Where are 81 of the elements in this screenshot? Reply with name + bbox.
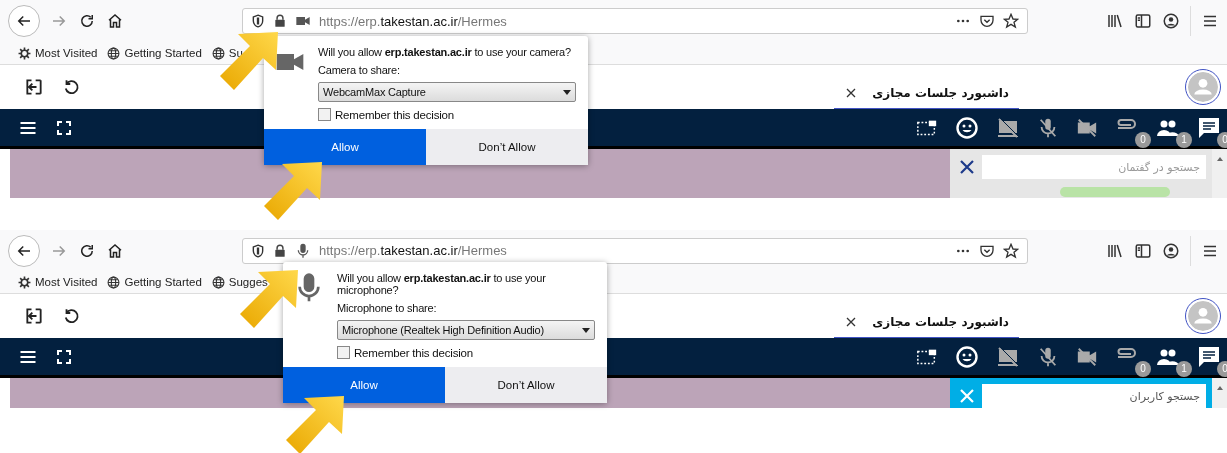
globe-icon [211,275,225,289]
share-label: Camera to share: [318,64,401,76]
bookmark-item[interactable]: Getting Started [107,275,202,289]
reload-icon[interactable] [78,12,96,30]
microphone-icon [295,242,311,259]
back-button[interactable] [8,234,40,267]
count-badge: 1 [1176,360,1192,377]
chat-icon[interactable] [1197,115,1221,140]
url-text: https://erp.takestan.ac.ir/Hermes [319,13,507,29]
scroll-up-icon[interactable] [1215,155,1224,163]
share-label: Microphone to share: [337,302,438,314]
close-icon[interactable] [846,88,857,98]
search-field[interactable]: جستجو در گفتمان [982,155,1206,179]
pointer-arrow [218,30,280,92]
deny-button[interactable]: Don’t Allow [445,367,607,403]
sidebar-icon[interactable] [1134,12,1152,30]
account-icon[interactable] [1162,12,1180,30]
sidebar-icon[interactable] [1134,241,1152,260]
scroll-up-icon[interactable] [1215,384,1224,392]
count-badge: 0 [1135,360,1151,377]
lock-icon [273,243,287,258]
back-button[interactable] [8,5,40,37]
bookmark-item[interactable]: Sugges [211,275,268,289]
device-dropdown[interactable]: Microphone (Realtek High Definition Audio) [337,320,595,340]
mic-off-icon[interactable] [1037,116,1059,139]
globe-icon [211,46,225,60]
count-badge: 0 [1135,131,1151,148]
smiley-icon[interactable] [955,115,979,140]
chat-icon[interactable] [1197,344,1221,369]
refresh-icon[interactable] [62,307,80,326]
allow-button[interactable]: Allow [264,129,426,165]
scrollbar[interactable] [1212,149,1227,198]
home-icon[interactable] [106,12,124,30]
dropdown-caret-icon [563,89,571,95]
smiley-icon[interactable] [955,344,979,369]
account-icon[interactable] [1162,241,1180,260]
close-icon[interactable] [846,317,857,328]
close-icon[interactable] [960,160,974,174]
star-icon[interactable] [1003,242,1019,259]
bookmark-item[interactable]: Most Visited [18,275,98,289]
bookmark-item[interactable]: Getting Started [107,46,202,60]
home-icon[interactable] [106,241,124,260]
pointer-arrow [262,160,324,222]
bookmark-item[interactable]: Most Visited [18,46,98,60]
refresh-icon[interactable] [62,78,80,96]
deny-button[interactable]: Don’t Allow [426,129,588,165]
fullscreen-icon[interactable] [56,119,72,136]
remember-checkbox[interactable]: Remember this decision [318,108,576,121]
screen-share-off-icon[interactable] [996,344,1020,369]
pointer-arrow [284,394,346,453]
mic-off-icon[interactable] [1037,345,1059,368]
lock-icon [273,14,287,28]
device-dropdown[interactable]: WebcamMax Capture [318,82,576,102]
globe-icon [107,46,121,60]
gear-icon [18,275,31,289]
count-badge: 0 [1217,131,1227,148]
camera-off-icon[interactable] [1076,116,1098,139]
star-icon[interactable] [1003,13,1019,29]
fullscreen-icon[interactable] [56,348,72,365]
address-bar[interactable]: https://erp.takestan.ac.ir/Hermes [242,237,1028,264]
screen-share-off-icon[interactable] [996,115,1020,140]
globe-icon [107,275,121,289]
pocket-icon[interactable] [979,13,995,29]
scrollbar[interactable] [1212,378,1227,408]
url-text: https://erp.takestan.ac.ir/Hermes [319,243,507,259]
count-badge: 0 [1217,360,1227,377]
permission-question: Will you allow erp.takestan.ac.ir to use your camera? [318,46,572,58]
permission-question: Will you allow erp.takestan.ac.ir to use your microphone? [337,272,547,296]
dropdown-caret-icon [582,327,590,333]
exit-icon[interactable] [24,77,44,97]
library-icon[interactable] [1106,12,1124,30]
exit-icon[interactable] [24,306,44,327]
count-badge: 1 [1176,131,1192,148]
camera-off-icon[interactable] [1076,345,1098,368]
shield-icon [251,14,265,28]
shield-icon [251,243,265,258]
remember-checkbox[interactable]: Remember this decision [337,346,595,359]
search-field[interactable]: جستجو کاربران [982,384,1206,408]
address-bar[interactable]: https://erp.takestan.ac.ir/Hermes [242,8,1028,34]
gear-icon [18,46,31,60]
allow-button[interactable]: Allow [283,367,445,403]
